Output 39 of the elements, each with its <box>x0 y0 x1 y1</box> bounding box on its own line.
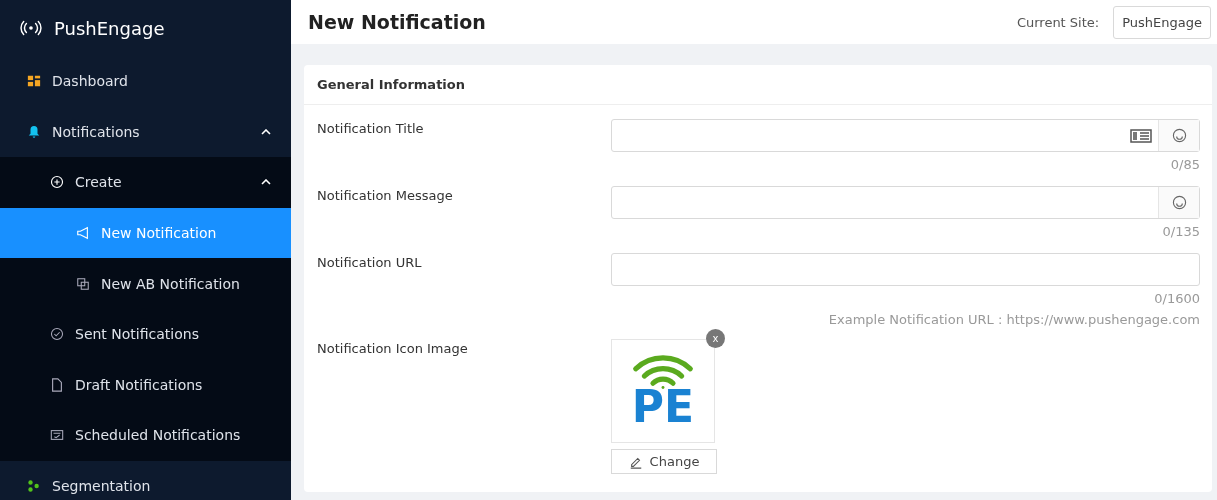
emoji-icon[interactable] <box>1171 128 1187 143</box>
field-label: Notification Title <box>317 120 425 138</box>
sidebar-item[interactable]: Sent Notifications <box>0 308 291 360</box>
sidebar-item[interactable]: New AB Notification <box>0 258 291 309</box>
field-label: Notification Message <box>317 187 454 205</box>
emoji-icon[interactable] <box>1171 195 1187 210</box>
plus-circle-icon <box>50 175 64 190</box>
remove-button[interactable]: x <box>706 329 725 348</box>
character-counter: 0/85 <box>1170 157 1200 172</box>
input-field[interactable] <box>611 186 1200 219</box>
sidebar-item[interactable]: Create <box>0 157 291 208</box>
character-counter: 0/1600 <box>1154 291 1200 306</box>
field-label: Notification Icon Image <box>317 340 469 358</box>
sidebar-item[interactable]: Segmentation <box>0 460 291 500</box>
sidebar-item[interactable]: Dashboard <box>0 56 291 107</box>
site-select[interactable]: PushEngage <box>1113 5 1211 39</box>
broadcast-icon <box>20 20 42 36</box>
page-title: New Notification <box>308 11 487 33</box>
card-title: General Information <box>317 77 465 92</box>
site-label: Current Site: <box>1016 14 1100 30</box>
input-field[interactable] <box>611 253 1200 286</box>
brand-name: PushEngage <box>54 17 165 39</box>
character-counter: 0/135 <box>1162 224 1200 239</box>
dashboard-icon <box>27 74 41 89</box>
segments-icon <box>27 479 41 494</box>
file-icon <box>50 377 64 392</box>
field-label: Notification URL <box>317 254 423 272</box>
calendar-icon <box>50 428 64 443</box>
logo-text: PE <box>631 385 695 429</box>
hint-text: Example Notification URL : https://www.pushengage.com <box>828 312 1200 327</box>
copy-icon <box>76 276 90 291</box>
megaphone-icon <box>76 226 90 241</box>
bell-icon <box>27 124 41 139</box>
change-button[interactable]: Change <box>611 449 717 474</box>
sidebar-item[interactable]: Draft Notifications <box>0 359 291 411</box>
sidebar-item[interactable]: Notifications <box>0 106 291 158</box>
check-circle-icon <box>50 327 64 342</box>
sidebar-item[interactable]: Scheduled Notifications <box>0 410 291 461</box>
input-field[interactable] <box>611 119 1200 152</box>
